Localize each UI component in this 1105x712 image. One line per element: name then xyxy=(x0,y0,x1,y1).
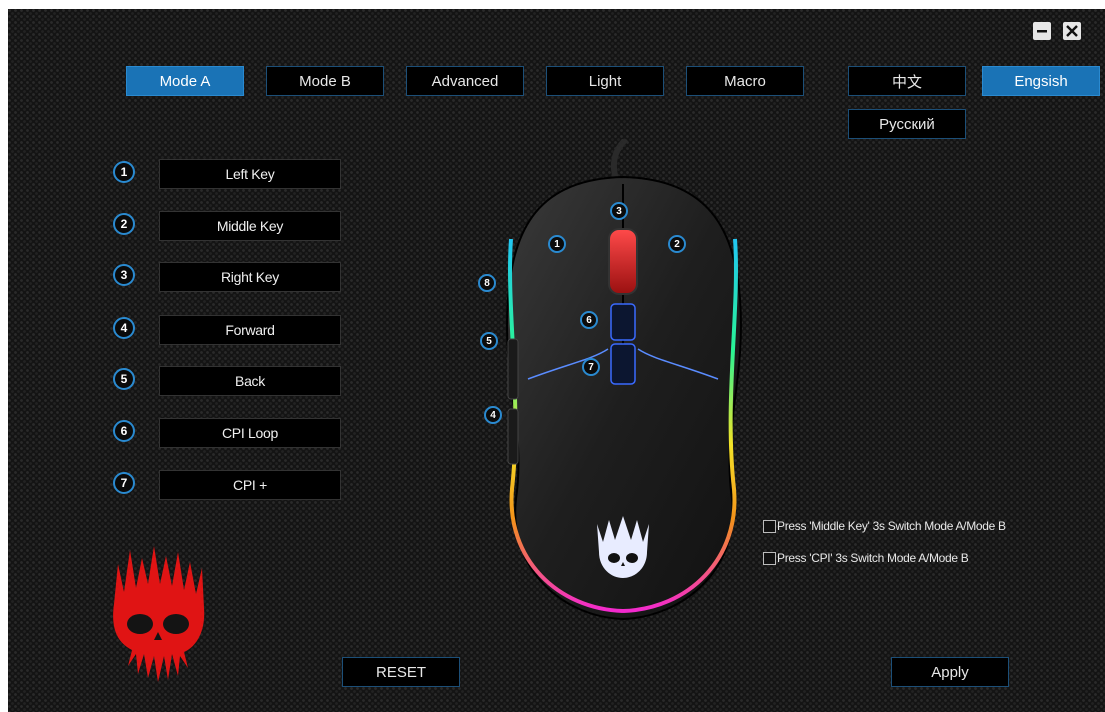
key-assign-button-1[interactable]: Left Key xyxy=(159,159,341,189)
mouse-marker-8[interactable]: 8 xyxy=(478,274,496,292)
cpi-switch-checkbox[interactable]: Press 'CPI' 3s Switch Mode A/Mode B xyxy=(763,551,969,565)
mouse-marker-2[interactable]: 2 xyxy=(668,235,686,253)
key-assign-button-7[interactable]: CPI + xyxy=(159,470,341,500)
tab-light[interactable]: Light xyxy=(546,66,664,96)
tab-mode-b[interactable]: Mode B xyxy=(266,66,384,96)
key-number-badge: 3 xyxy=(113,264,135,286)
key-number-badge: 2 xyxy=(113,213,135,235)
close-button[interactable] xyxy=(1063,22,1081,40)
key-row-6: 6 CPI Loop xyxy=(113,418,353,448)
key-assign-button-3[interactable]: Right Key xyxy=(159,262,341,292)
mouse-driver-window: Mode A Mode B Advanced Light Macro 中文 En… xyxy=(8,9,1105,712)
key-row-2: 2 Middle Key xyxy=(113,211,353,241)
mouse-marker-3[interactable]: 3 xyxy=(610,202,628,220)
key-assign-button-2[interactable]: Middle Key xyxy=(159,211,341,241)
mouse-marker-1[interactable]: 1 xyxy=(548,235,566,253)
key-number-badge: 4 xyxy=(113,317,135,339)
tab-macro[interactable]: Macro xyxy=(686,66,804,96)
key-assign-button-6[interactable]: CPI Loop xyxy=(159,418,341,448)
key-number-badge: 5 xyxy=(113,368,135,390)
key-assign-button-4[interactable]: Forward xyxy=(159,315,341,345)
language-russian-button[interactable]: Русский xyxy=(848,109,966,139)
key-number-badge: 1 xyxy=(113,161,135,183)
key-number-badge: 7 xyxy=(113,472,135,494)
mouse-marker-7[interactable]: 7 xyxy=(582,358,600,376)
cpi-switch-label: Press 'CPI' 3s Switch Mode A/Mode B xyxy=(777,551,969,565)
brand-skull-logo-icon xyxy=(113,546,205,682)
tab-advanced[interactable]: Advanced xyxy=(406,66,524,96)
apply-button[interactable]: Apply xyxy=(891,657,1009,687)
middle-key-switch-checkbox[interactable]: Press 'Middle Key' 3s Switch Mode A/Mode… xyxy=(763,519,1006,533)
close-icon xyxy=(1066,25,1078,37)
key-row-1: 1 Left Key xyxy=(113,159,353,189)
language-chinese-button[interactable]: 中文 xyxy=(848,66,966,96)
middle-key-switch-label: Press 'Middle Key' 3s Switch Mode A/Mode… xyxy=(777,519,1006,533)
key-row-7: 7 CPI + xyxy=(113,470,353,500)
checkbox-box[interactable] xyxy=(763,551,776,565)
checkbox-box[interactable] xyxy=(763,519,776,533)
minimize-icon xyxy=(1037,30,1047,33)
key-assign-button-5[interactable]: Back xyxy=(159,366,341,396)
key-number-badge: 6 xyxy=(113,420,135,442)
reset-button[interactable]: RESET xyxy=(342,657,460,687)
key-row-5: 5 Back xyxy=(113,366,353,396)
mouse-marker-6[interactable]: 6 xyxy=(580,311,598,329)
mouse-marker-4[interactable]: 4 xyxy=(484,406,502,424)
minimize-button[interactable] xyxy=(1033,22,1051,40)
key-row-3: 3 Right Key xyxy=(113,262,353,292)
tab-mode-a[interactable]: Mode A xyxy=(126,66,244,96)
mouse-marker-5[interactable]: 5 xyxy=(480,332,498,350)
language-english-button[interactable]: Engsish xyxy=(982,66,1100,96)
key-row-4: 4 Forward xyxy=(113,315,353,345)
